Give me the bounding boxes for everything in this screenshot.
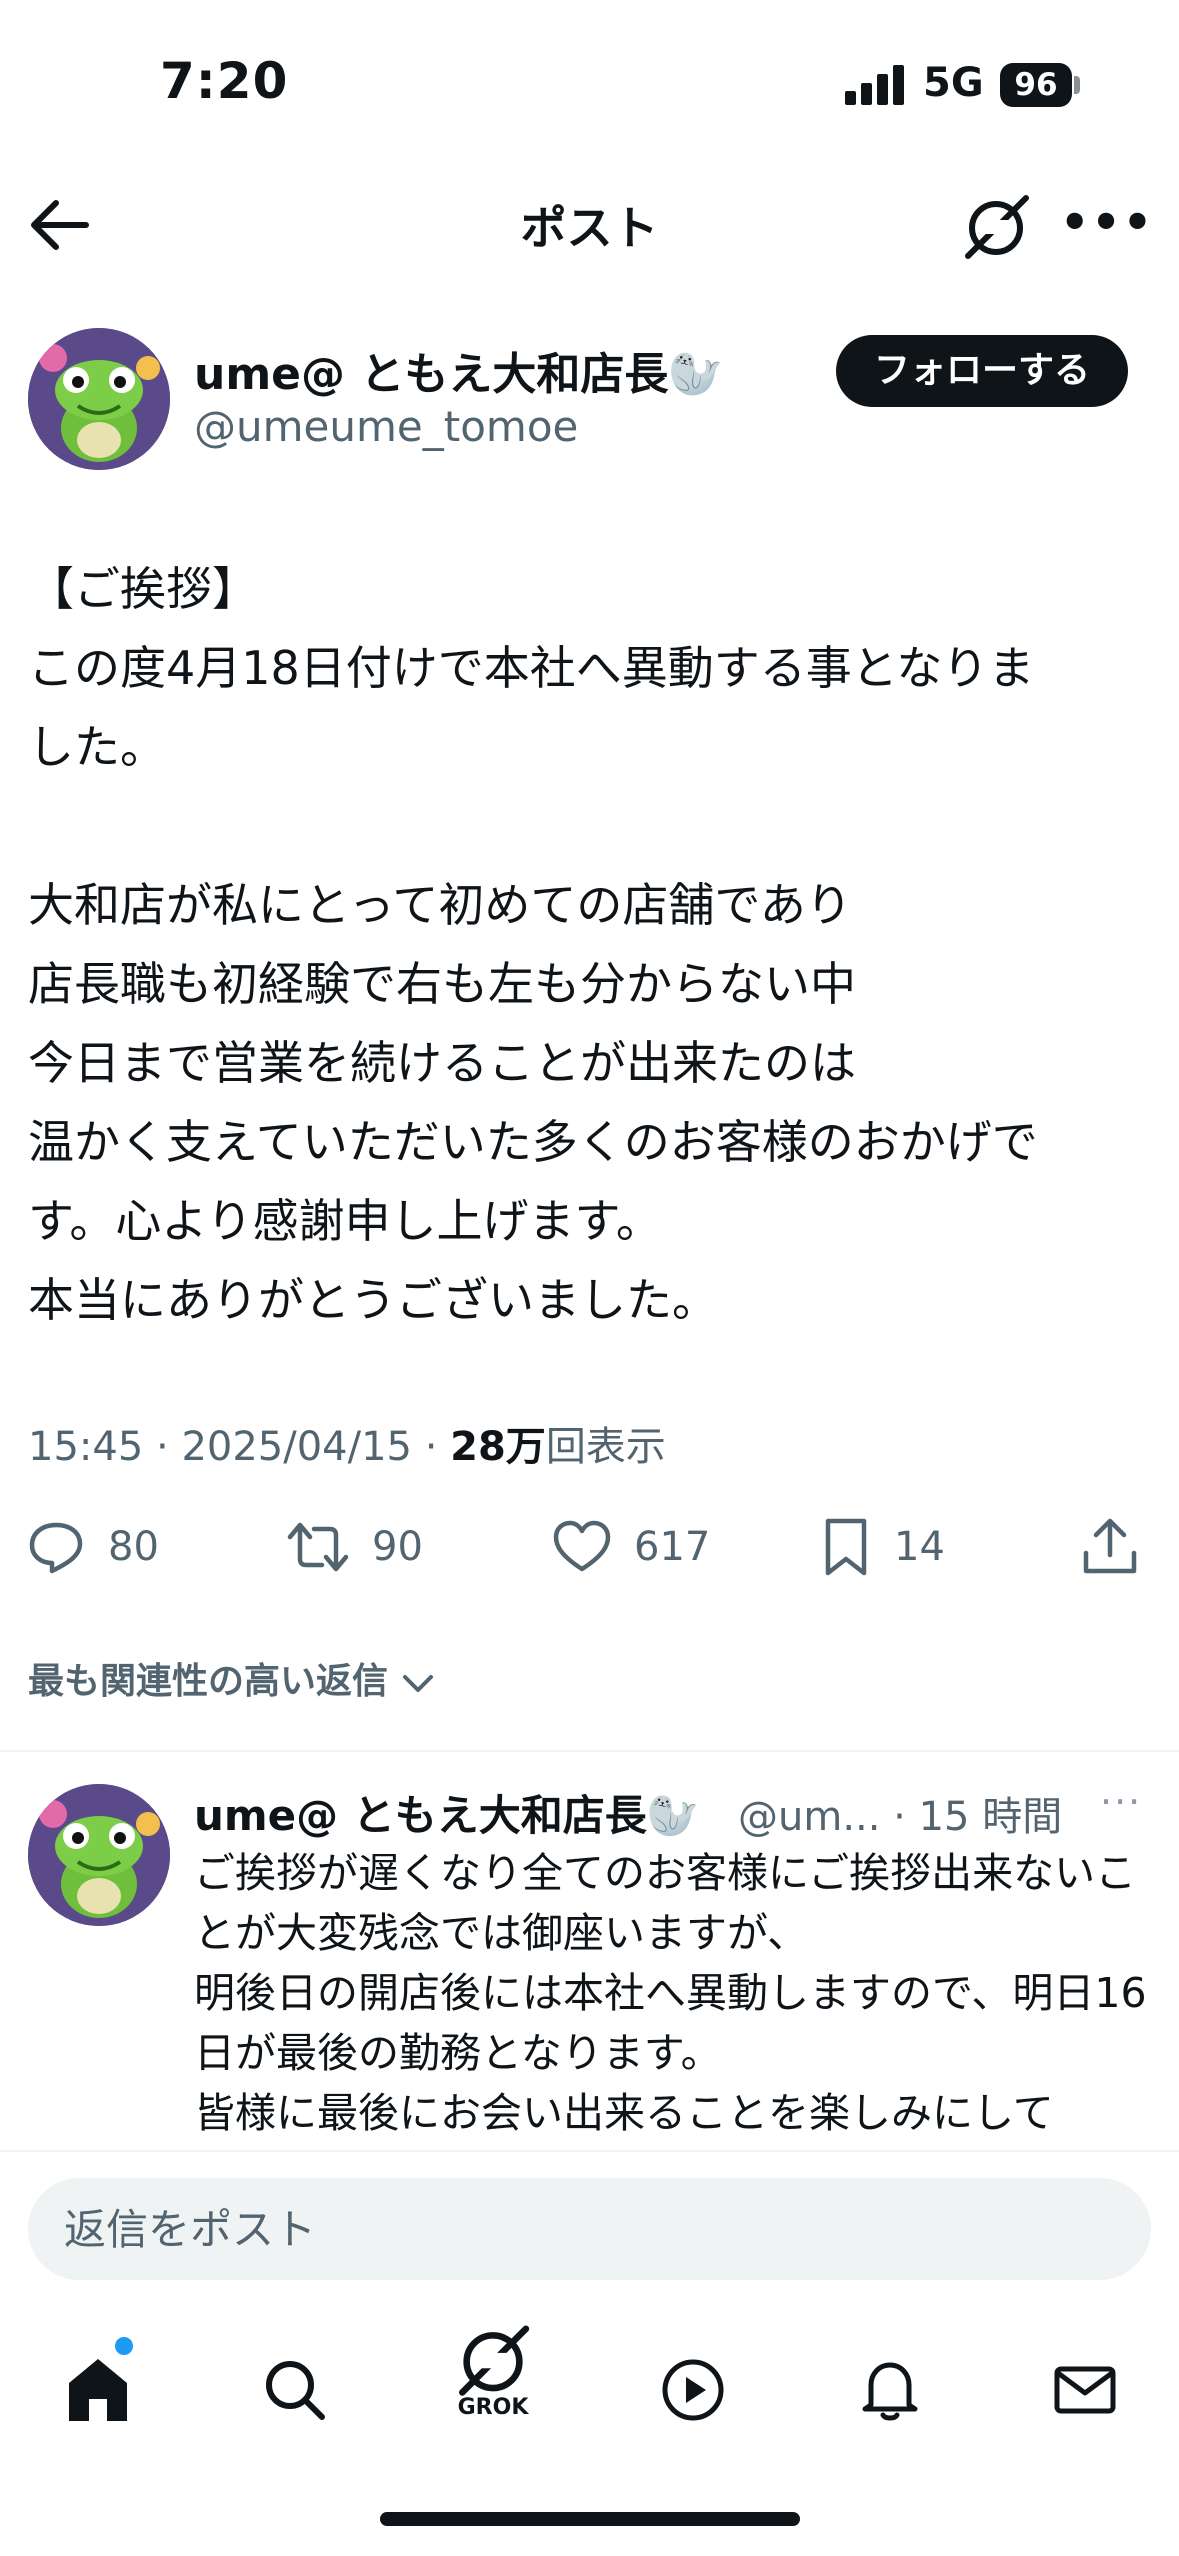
network-type: 5G bbox=[923, 60, 984, 106]
heart-icon bbox=[553, 1520, 611, 1572]
battery-tip bbox=[1074, 76, 1080, 94]
like-count: 617 bbox=[634, 1524, 711, 1570]
divider bbox=[0, 1750, 1179, 1752]
reply-more-icon[interactable]: ··· bbox=[1100, 1780, 1142, 1824]
post-line: この度4月18日付けで本社へ異動する事となりま bbox=[28, 641, 1035, 695]
post-line: した。 bbox=[28, 720, 166, 774]
reply-text-content: ご挨拶が遅くなり全てのお客様にご挨拶出来ないことが大変残念では御座いますが、 明… bbox=[194, 1849, 1147, 2137]
back-arrow-icon[interactable] bbox=[26, 195, 96, 255]
post-line: 本当にありがとうございました。 bbox=[28, 1273, 718, 1327]
reply-sort-label: 最も関連性の高い返信 bbox=[28, 1661, 389, 1702]
bookmark-action[interactable]: 14 bbox=[820, 1512, 945, 1582]
bell-icon bbox=[862, 2362, 918, 2421]
play-icon bbox=[662, 2359, 724, 2421]
grok-tab-label: GROK bbox=[457, 2395, 529, 2420]
author-name[interactable]: ume@ ともえ大和店長🦭 bbox=[194, 338, 723, 402]
reply-handle-time[interactable]: @um... · 15 時間 bbox=[738, 1784, 1062, 1842]
post-line: 大和店が私にとって初めての店舗であり bbox=[28, 878, 852, 932]
bookmark-icon bbox=[825, 1518, 867, 1576]
post-line bbox=[28, 787, 1158, 866]
post-date: 2025/04/15 bbox=[181, 1424, 412, 1470]
reply-input[interactable] bbox=[28, 2178, 1151, 2280]
grok-icon[interactable] bbox=[960, 190, 1032, 262]
tab-home[interactable] bbox=[48, 2340, 148, 2440]
notification-dot bbox=[115, 2337, 133, 2355]
reply-sort-dropdown[interactable]: 最も関連性の高い返信 bbox=[28, 1652, 435, 1704]
post-line: す。心より感謝申し上げます。 bbox=[28, 1194, 662, 1248]
repost-icon bbox=[287, 1522, 349, 1572]
bookmark-count: 14 bbox=[894, 1524, 945, 1570]
share-icon bbox=[1083, 1518, 1137, 1574]
repost-action[interactable]: 90 bbox=[286, 1512, 423, 1582]
post-metadata: 15:45 · 2025/04/15 · 28万回表示 bbox=[28, 1424, 666, 1470]
reply-text: ご挨拶が遅くなり全てのお客様にご挨拶出来ないことが大変残念では御座いますが、 明… bbox=[194, 1843, 1154, 2143]
share-action[interactable] bbox=[1080, 1512, 1140, 1582]
repost-count: 90 bbox=[372, 1524, 423, 1570]
author-handle[interactable]: @umeume_tomoe bbox=[194, 402, 578, 451]
home-indicator bbox=[380, 2512, 800, 2526]
post-line: 【ご挨拶】 bbox=[28, 562, 258, 616]
post-line: 店長職も初経験で右も左も分からない中 bbox=[28, 957, 856, 1011]
grok-icon bbox=[458, 2325, 530, 2396]
home-icon bbox=[69, 2359, 127, 2421]
status-time: 7:20 bbox=[160, 52, 289, 110]
avatar[interactable] bbox=[28, 328, 170, 470]
tab-video[interactable] bbox=[643, 2340, 743, 2440]
cellular-signal-icon bbox=[845, 65, 904, 105]
post-time: 15:45 bbox=[28, 1424, 144, 1470]
post-line: 今日まで営業を続けることが出来たのは bbox=[28, 1036, 856, 1090]
reply-icon bbox=[29, 1522, 83, 1574]
reply-author-name[interactable]: ume@ ともえ大和店長🦭 bbox=[194, 1782, 699, 1843]
tab-messages[interactable] bbox=[1035, 2340, 1135, 2440]
mail-icon bbox=[1054, 2366, 1116, 2414]
tab-search[interactable] bbox=[245, 2340, 345, 2440]
tab-notifications[interactable] bbox=[840, 2340, 940, 2440]
battery-indicator: 96 bbox=[1000, 63, 1072, 107]
more-options-icon[interactable]: ••• bbox=[1060, 195, 1154, 249]
search-icon bbox=[266, 2361, 325, 2420]
post-line: 温かく支えていただいた多くのお客様のおかげで bbox=[28, 1115, 1038, 1169]
like-action[interactable]: 617 bbox=[552, 1512, 710, 1582]
chevron-down-icon bbox=[402, 1675, 433, 1692]
view-count[interactable]: 28万 bbox=[450, 1424, 546, 1470]
reply-avatar[interactable] bbox=[28, 1784, 170, 1926]
tab-grok[interactable]: GROK bbox=[443, 2320, 543, 2420]
follow-button[interactable]: フォローする bbox=[836, 335, 1128, 407]
view-label: 回表示 bbox=[545, 1424, 666, 1470]
reply-action[interactable]: 80 bbox=[26, 1512, 159, 1582]
post-text: 【ご挨拶】 この度4月18日付けで本社へ異動する事となりま した。 大和店が私に… bbox=[28, 550, 1158, 1340]
reply-count: 80 bbox=[108, 1524, 159, 1570]
